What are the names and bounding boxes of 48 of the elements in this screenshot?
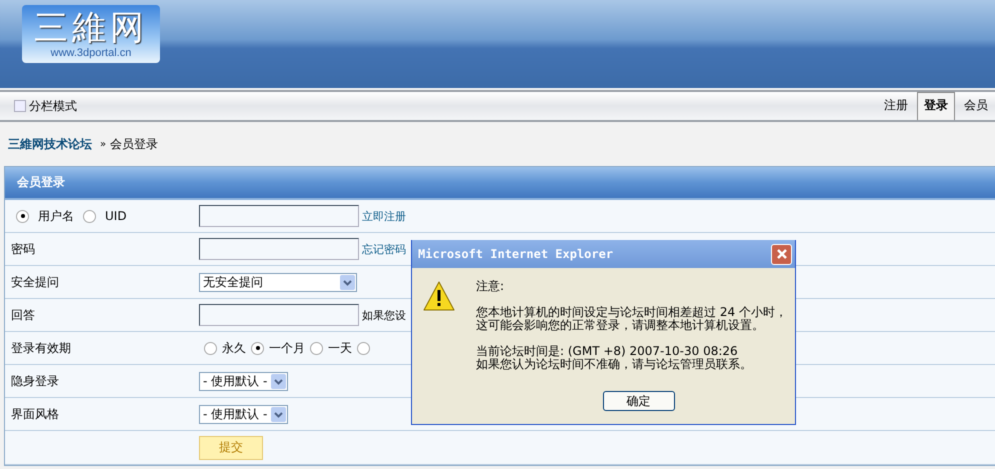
input-field[interactable] [199,238,359,260]
username-field[interactable] [199,205,359,227]
field-label: 界面风格 [11,406,59,422]
radio-button[interactable] [16,210,29,222]
close-icon [776,248,788,260]
dialog-message: 这可能会影响您的正常登录，请调整本地计算机设置。 [476,319,765,332]
radio-button[interactable] [357,342,370,354]
radio-label: 用户名 [38,208,74,224]
field-label: 安全提问 [11,274,59,290]
warning-icon [422,280,456,312]
breadcrumb-separator: » [100,138,106,150]
radio-label: 一个月 [269,340,305,356]
field-label: 回答 [11,306,35,324]
panel-title: 会员登录 [17,174,65,191]
forgot-password-link[interactable]: 忘记密码 [362,242,406,256]
logo-url: www.3dportal.cn [50,47,132,59]
dialog-title: Microsoft Internet Explorer [418,247,614,261]
radio-label: 一天 [328,340,352,356]
hint-text: 如果您设 [362,308,406,322]
select-field[interactable]: - 使用默认 - [199,372,288,390]
radio-label: 永久 [222,340,246,356]
site-logo[interactable]: 三維网 www.3dportal.cn [22,5,160,63]
breadcrumb-current: 会员登录 [110,136,158,152]
close-button[interactable] [771,244,792,264]
split-mode-checkbox[interactable] [14,100,26,112]
forum-link[interactable]: 三維网技术论坛 [8,136,92,152]
nav-tab[interactable]: 会员 [957,92,995,120]
dialog-message: 如果您认为论坛时间不准确，请与论坛管理员联系。 [476,358,753,371]
register-link[interactable]: 立即注册 [362,208,406,224]
logo-title: 三維网 [34,9,148,47]
input-field[interactable] [199,304,359,326]
radio-button[interactable] [310,342,323,354]
field-label: 登录有效期 [11,340,71,356]
nav-tab[interactable]: 注册 [877,92,915,120]
split-mode-label: 分栏模式 [29,98,77,114]
radio-label: UID [105,209,127,223]
ok-button[interactable]: 确定 [602,391,674,411]
field-label: 隐身登录 [11,372,59,390]
select-field[interactable]: 无安全提问 [199,272,357,292]
dialog-message: 当前论坛时间是: (GMT +8) 2007-10-30 08:26 [476,345,739,358]
select-field[interactable]: - 使用默认 - [199,404,288,424]
field-label: 密码 [11,240,35,258]
dialog-heading: 注意: [476,280,506,293]
nav-tab[interactable]: 登录 [917,92,955,120]
radio-button[interactable] [83,210,96,222]
radio-button[interactable] [251,342,264,354]
radio-button[interactable] [204,342,217,354]
dialog-message: 您本地计算机的时间设定与论坛时间相差超过 24 个小时， [476,306,787,319]
